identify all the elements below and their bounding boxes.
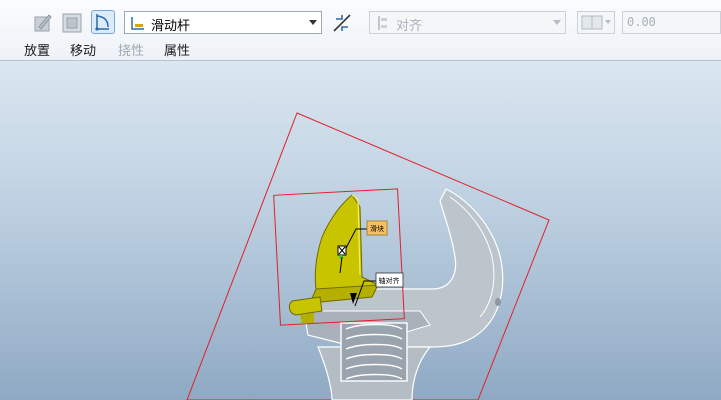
offset-mode-icon — [581, 15, 603, 30]
edit-constraint-icon[interactable] — [31, 11, 55, 35]
constraint-type-value: 对齐 — [396, 19, 423, 34]
chevron-down-icon[interactable] — [309, 20, 317, 25]
chevron-down-icon[interactable] — [553, 20, 561, 25]
component-tag-label: 滑块 — [370, 224, 384, 233]
tab-properties[interactable]: 属性 — [164, 40, 190, 59]
connection-type-value: 滑动杆 — [151, 19, 191, 34]
constraint-type-select[interactable]: 对齐 — [369, 11, 566, 34]
chevron-down-icon[interactable] — [605, 20, 611, 24]
slider-connection-icon — [131, 17, 144, 30]
user-defined-connection-icon[interactable] — [91, 10, 115, 34]
axis-tag-label: 轴对齐 — [379, 276, 400, 285]
tab-move[interactable]: 移动 — [70, 40, 96, 59]
offset-value-input[interactable]: 0.00 — [622, 11, 721, 34]
component-placement-dashboard: 滑动杆 对齐 0.00 放置 移动 挠性 属性 — [0, 0, 721, 61]
model-canvas[interactable]: 滑块 轴对齐 — [0, 61, 721, 400]
graphics-viewport[interactable]: 滑块 轴对齐 — [0, 61, 721, 400]
connection-type-select[interactable]: 滑动杆 — [124, 11, 322, 34]
offset-value: 0.00 — [627, 15, 656, 29]
worm-screw[interactable] — [340, 322, 408, 382]
tab-placement[interactable]: 放置 — [24, 40, 50, 59]
align-icon — [378, 16, 387, 30]
flip-constraint-icon[interactable] — [330, 11, 354, 35]
offset-mode-select[interactable] — [577, 11, 615, 34]
component-window-icon[interactable] — [60, 11, 84, 35]
tab-flexibility[interactable]: 挠性 — [118, 40, 144, 59]
